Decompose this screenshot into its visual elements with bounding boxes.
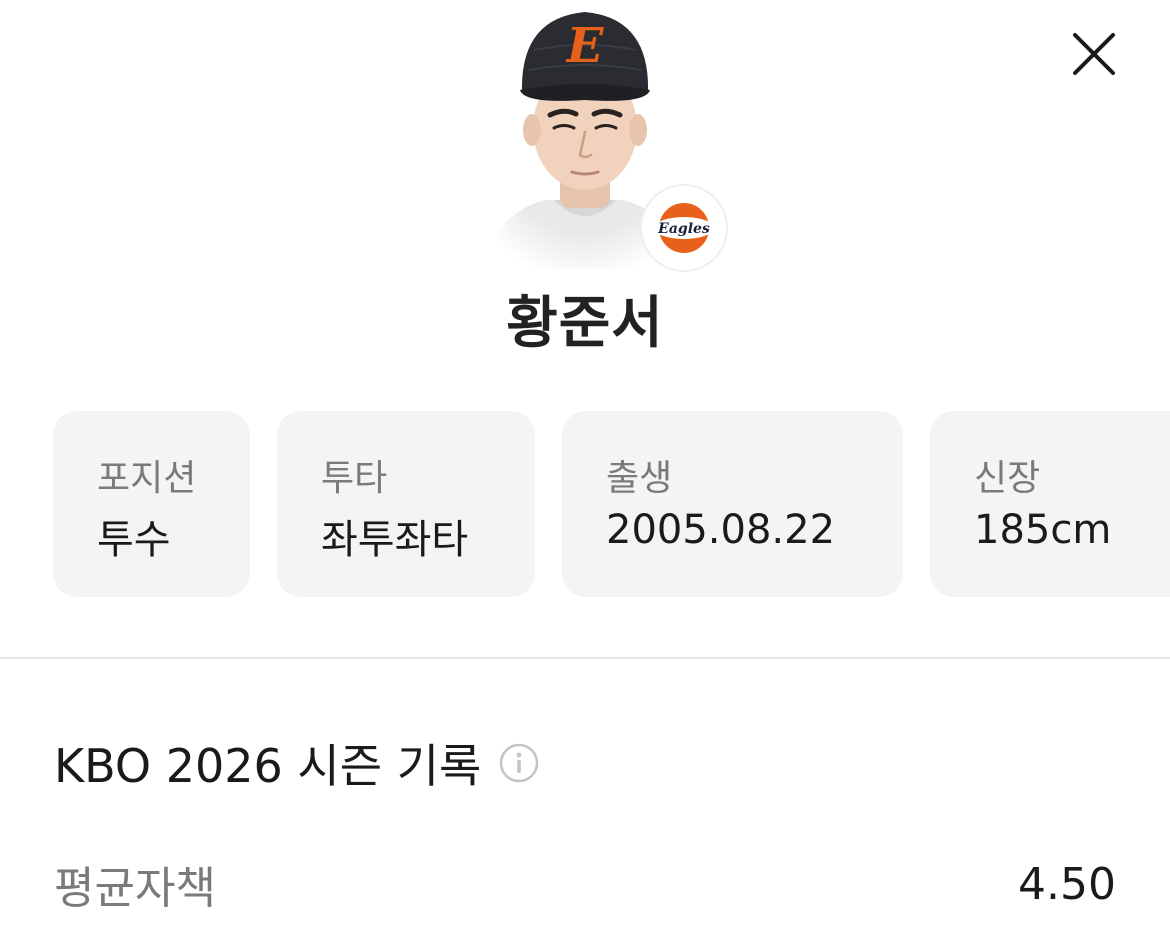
player-name: 황준서 bbox=[506, 291, 664, 356]
info-card-birth: 출생 2005.08.22 bbox=[562, 411, 903, 597]
season-record-heading: KBO 2026 시즌 기록 bbox=[54, 730, 539, 796]
position-value: 투수 bbox=[97, 517, 171, 563]
info-icon bbox=[500, 743, 539, 783]
info-card-position: 포지션 투수 bbox=[53, 411, 250, 597]
era-value: 4.50 bbox=[1018, 858, 1116, 910]
close-button[interactable] bbox=[1062, 22, 1126, 86]
height-value: 185cm bbox=[974, 507, 1112, 553]
bats-throws-label: 투타 bbox=[321, 458, 388, 499]
svg-text:Eagles: Eagles bbox=[657, 221, 710, 237]
team-badge: Eagles bbox=[642, 186, 726, 270]
section-divider bbox=[0, 657, 1170, 659]
eagles-logo-icon: Eagles bbox=[654, 201, 714, 255]
season-record-title: KBO 2026 시즌 기록 bbox=[54, 739, 482, 793]
position-label: 포지션 bbox=[97, 458, 197, 499]
info-card-bats-throws: 투타 좌투좌타 bbox=[277, 411, 535, 597]
player-photo: E Eagles bbox=[474, 0, 726, 270]
info-card-height: 신장 185cm bbox=[930, 411, 1170, 597]
bats-throws-value: 좌투좌타 bbox=[321, 517, 469, 563]
birth-value: 2005.08.22 bbox=[606, 507, 836, 553]
info-button[interactable] bbox=[499, 743, 539, 783]
era-label: 평균자책 bbox=[54, 863, 216, 914]
height-label: 신장 bbox=[974, 458, 1041, 499]
close-icon bbox=[1073, 33, 1115, 75]
birth-label: 출생 bbox=[606, 458, 673, 499]
stat-row-era: 평균자책 4.50 bbox=[54, 852, 1116, 916]
